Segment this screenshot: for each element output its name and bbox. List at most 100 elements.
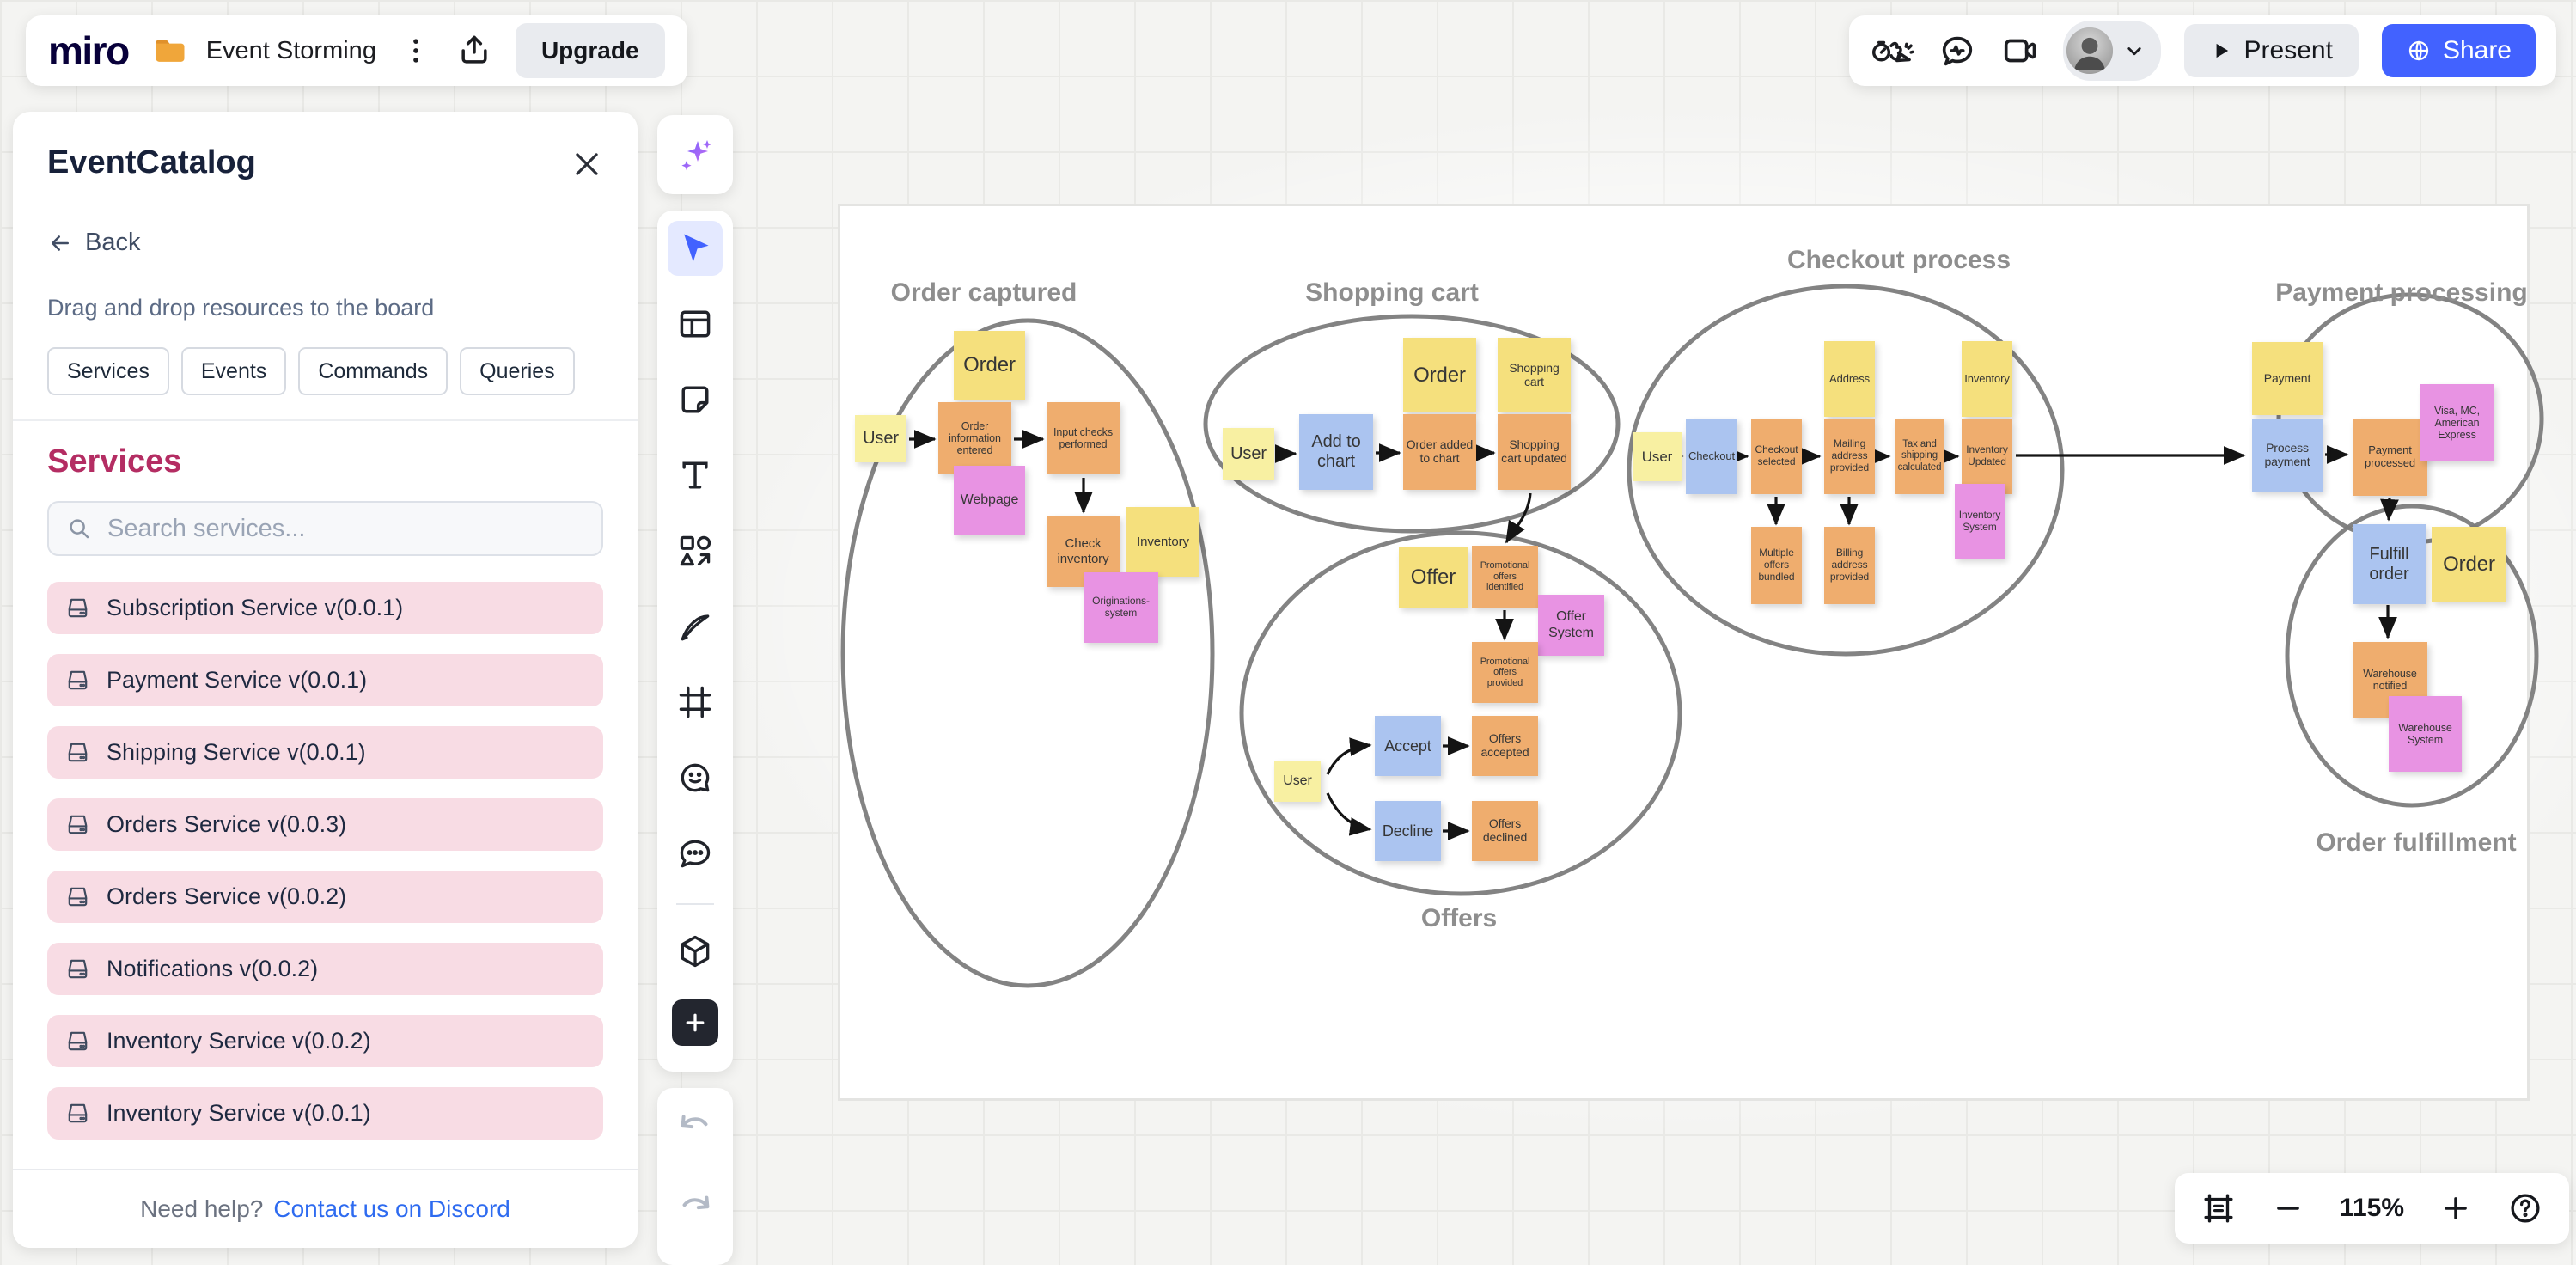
service-item[interactable]: Inventory Service v(0.0.2) [47,1015,603,1067]
ai-assist-icon[interactable] [668,127,723,182]
sticky-note[interactable]: Mailing address provided [1824,419,1875,494]
history-card [657,1088,733,1265]
templates-icon[interactable] [668,296,723,351]
sticky-note[interactable]: Shopping cart updated [1498,414,1571,490]
sticky-note[interactable]: Decline [1375,801,1441,861]
select-cursor-icon[interactable] [668,221,723,276]
service-item[interactable]: Subscription Service v(0.0.1) [47,582,603,634]
board-title[interactable]: Event Storming [206,37,376,65]
sticky-note[interactable]: Accept [1375,716,1441,776]
sticky-note[interactable]: Offer System [1538,595,1604,656]
redo-icon[interactable] [675,1189,715,1229]
close-icon[interactable] [567,144,607,184]
sticky-note[interactable]: Inventory [1126,507,1199,577]
zoom-in-icon[interactable] [2439,1192,2472,1225]
back-button[interactable]: Back [47,229,140,257]
service-item[interactable]: Inventory Service v(0.0.1) [47,1087,603,1140]
help-icon[interactable] [2507,1190,2543,1226]
sticky-note[interactable]: Offers accepted [1472,716,1538,776]
footer-text: Need help? [140,1195,263,1223]
sticky-note[interactable]: Add to chart [1299,414,1373,490]
share-label: Share [2443,36,2512,65]
shapes-icon[interactable] [668,523,723,578]
sticky-note[interactable]: User [1274,761,1321,802]
service-drive-icon [64,595,91,621]
sticky-note[interactable]: Checkout [1686,419,1737,494]
service-item[interactable]: Payment Service v(0.0.1) [47,654,603,706]
upgrade-button[interactable]: Upgrade [516,23,665,78]
sticky-note[interactable]: Offers declined [1472,801,1538,861]
comment-icon[interactable] [668,826,723,881]
miro-logo: miro [48,31,129,70]
video-chat-icon[interactable] [2000,31,2040,70]
fit-frame-icon[interactable] [2201,1190,2237,1226]
sticky-note[interactable]: User [1633,432,1682,481]
sticky-note[interactable]: Offer [1399,547,1468,608]
zoom-out-icon[interactable] [2272,1192,2304,1225]
service-item-label: Orders Service v(0.0.2) [107,883,346,910]
play-icon [2210,40,2232,62]
sticky-note[interactable]: Order added to chart [1403,414,1476,490]
header-left: miro Event Storming Upgrade [26,15,687,86]
board-frame[interactable] [838,204,2530,1101]
zoom-bar: 115% [2175,1173,2569,1244]
export-icon[interactable] [455,32,493,70]
sticky-note[interactable]: Warehouse System [2389,696,2462,772]
sticky-note[interactable]: Webpage [954,466,1025,535]
sticky-note[interactable]: Inventory System [1955,484,2005,559]
sticky-note[interactable]: Fulfill order [2353,524,2426,604]
kebab-menu-icon[interactable] [399,32,433,70]
sticky-note[interactable]: Multiple offers bundled [1751,527,1802,604]
discord-link[interactable]: Contact us on Discord [273,1195,510,1223]
sticky-note[interactable]: Shopping cart [1498,338,1571,412]
chevron-down-icon [2121,38,2147,64]
sticky-note[interactable]: Order [954,331,1025,400]
service-item-label: Orders Service v(0.0.3) [107,811,346,838]
sticky-note[interactable]: Originations-system [1084,572,1158,643]
sticky-note[interactable]: Promotional offers identified [1472,546,1538,608]
sticky-note[interactable]: Order [2432,527,2506,602]
back-arrow-icon [47,230,73,256]
sticky-note[interactable]: Input checks performed [1047,402,1120,474]
sticky-note[interactable]: Inventory [1962,341,2012,417]
sticky-note[interactable]: Tax and shipping calculated [1895,419,1944,494]
present-button[interactable]: Present [2184,24,2359,77]
service-item[interactable]: Notifications v(0.0.2) [47,943,603,995]
sticky-note[interactable]: Payment processed [2353,419,2427,496]
tab-events[interactable]: Events [181,347,286,395]
sticky-note[interactable]: Process payment [2252,419,2323,492]
text-icon[interactable] [668,448,723,503]
tab-commands[interactable]: Commands [298,347,448,395]
zoom-level[interactable]: 115% [2340,1194,2404,1223]
sticky-note[interactable]: User [855,415,906,462]
service-item-label: Inventory Service v(0.0.2) [107,1028,371,1054]
collab-tools-icon[interactable] [1870,31,1914,70]
tab-queries[interactable]: Queries [460,347,575,395]
service-item[interactable]: Shipping Service v(0.0.1) [47,726,603,779]
tab-services[interactable]: Services [47,347,169,395]
search-input[interactable] [106,514,584,544]
sticky-note-icon[interactable] [668,372,723,427]
undo-icon[interactable] [675,1109,715,1148]
account-menu[interactable] [2063,21,2161,81]
sticky-note[interactable]: Order information entered [938,402,1011,474]
sticky-note[interactable]: Promotional offers provided [1472,642,1538,703]
sticky-note[interactable]: Billing address provided [1824,527,1875,604]
sticky-note[interactable]: Checkout selected [1751,419,1802,494]
comments-icon[interactable] [1938,31,1977,70]
share-button[interactable]: Share [2382,24,2536,77]
sticky-note[interactable]: Visa, MC, American Express [2420,384,2494,461]
add-plus-icon[interactable] [672,999,718,1046]
sticker-icon[interactable] [668,750,723,805]
pen-icon[interactable] [668,599,723,654]
sticky-note[interactable]: Order [1403,338,1476,412]
sticky-note[interactable]: Payment [2252,342,2323,415]
service-item[interactable]: Orders Service v(0.0.2) [47,871,603,923]
service-item-label: Notifications v(0.0.2) [107,956,318,982]
sticky-note[interactable]: Inventory Updated [1962,419,2012,494]
sticky-note[interactable]: User [1223,428,1274,480]
frame-icon[interactable] [668,675,723,730]
service-item[interactable]: Orders Service v(0.0.3) [47,798,603,851]
sticky-note[interactable]: Address [1824,341,1875,417]
apps-cube-icon[interactable] [668,924,723,979]
